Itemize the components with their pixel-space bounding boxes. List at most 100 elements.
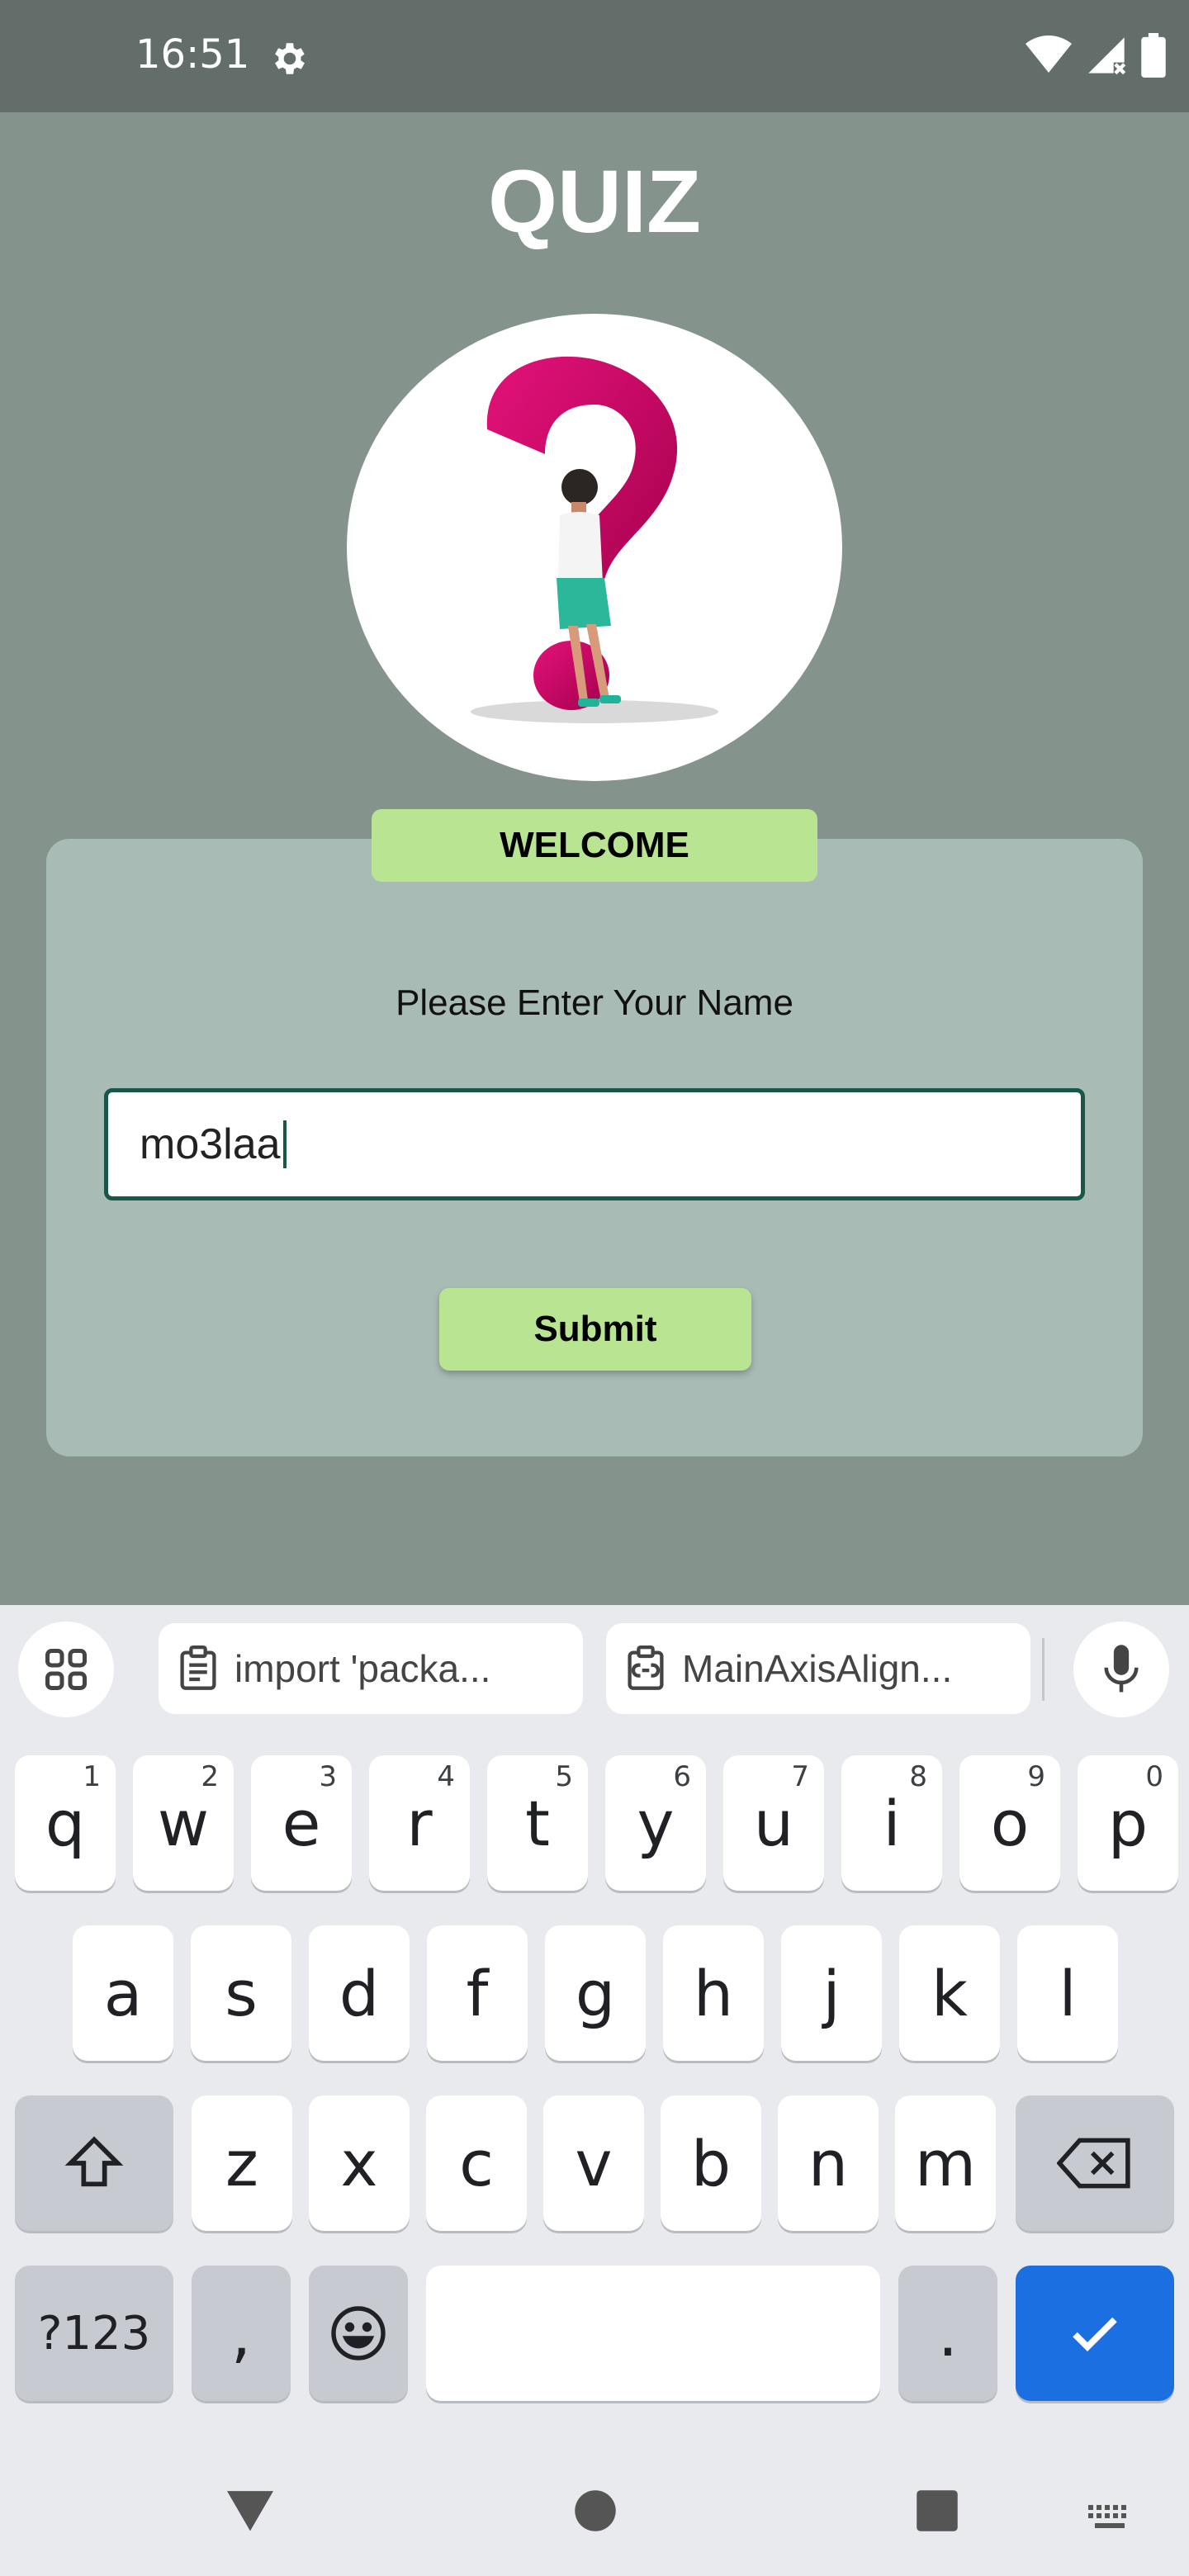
key-t[interactable]: t5: [487, 1755, 588, 1891]
signal-icon: [1088, 37, 1126, 75]
key-u[interactable]: u7: [723, 1755, 824, 1891]
backspace-icon: [1057, 2138, 1130, 2189]
clipboard-link-icon: [628, 1646, 664, 1690]
navigation-bar: [0, 2455, 1189, 2576]
voice-input-button[interactable]: [1073, 1622, 1169, 1717]
period-key[interactable]: .: [898, 2266, 997, 2401]
key-g[interactable]: g: [545, 1925, 646, 2061]
key-label: o: [990, 1786, 1030, 1860]
key-label: b: [690, 2126, 732, 2200]
key-label: g: [575, 1956, 616, 2030]
name-input-value: mo3laa: [140, 1120, 281, 1168]
submit-button[interactable]: Submit: [439, 1288, 751, 1371]
key-v[interactable]: v: [543, 2095, 644, 2231]
key-label: e: [282, 1786, 321, 1860]
key-label: x: [340, 2126, 378, 2200]
key-o[interactable]: o9: [959, 1755, 1060, 1891]
done-key[interactable]: [1016, 2266, 1174, 2401]
name-prompt-label: Please Enter Your Name: [396, 983, 793, 1023]
battery-icon: [1141, 33, 1166, 78]
key-label: d: [339, 1956, 380, 2030]
key-label: z: [225, 2126, 258, 2200]
key-label: j: [822, 1956, 841, 2030]
clipboard-suggestion-2[interactable]: MainAxisAlign...: [606, 1623, 1030, 1714]
home-icon[interactable]: [573, 2488, 618, 2533]
key-y[interactable]: y6: [605, 1755, 706, 1891]
key-hint: 0: [1145, 1760, 1163, 1793]
key-e[interactable]: e3: [251, 1755, 352, 1891]
key-b[interactable]: b: [661, 2095, 761, 2231]
key-label: r: [406, 1786, 433, 1860]
key-hint: 6: [673, 1760, 691, 1793]
key-label: w: [157, 1786, 210, 1860]
key-k[interactable]: k: [899, 1925, 1000, 2061]
key-f[interactable]: f: [427, 1925, 528, 2061]
key-label: k: [931, 1956, 968, 2030]
clipboard-suggestion-1[interactable]: import 'packa...: [159, 1623, 583, 1714]
back-icon[interactable]: [225, 2487, 276, 2533]
key-hint: 1: [83, 1760, 101, 1793]
checkmark-icon: [1073, 2317, 1117, 2352]
key-j[interactable]: j: [781, 1925, 882, 2061]
keyboard-apps-button[interactable]: [18, 1622, 114, 1717]
key-label: n: [808, 2126, 849, 2200]
backspace-key[interactable]: [1016, 2095, 1174, 2231]
key-label: v: [575, 2126, 613, 2200]
recents-icon[interactable]: [915, 2488, 959, 2533]
clipboard-icon: [180, 1646, 216, 1690]
gear-icon: [275, 43, 305, 74]
key-c[interactable]: c: [426, 2095, 527, 2231]
on-screen-keyboard: import 'packa... MainAxisAlign... ?123 ,…: [0, 1605, 1189, 2576]
status-time: 16:51: [135, 31, 250, 78]
key-label: t: [525, 1786, 550, 1860]
key-hint: 3: [319, 1760, 337, 1793]
key-label: a: [103, 1956, 143, 2030]
key-hint: 4: [437, 1760, 455, 1793]
key-hint: 8: [909, 1760, 927, 1793]
key-label: m: [914, 2126, 977, 2200]
key-hint: 5: [555, 1760, 573, 1793]
key-i[interactable]: i8: [841, 1755, 942, 1891]
key-p[interactable]: p0: [1078, 1755, 1178, 1891]
space-key[interactable]: [426, 2266, 880, 2401]
name-input[interactable]: mo3laa: [104, 1088, 1085, 1200]
grid-icon: [45, 1649, 87, 1690]
key-label: s: [225, 1956, 258, 2030]
key-label: i: [883, 1786, 901, 1860]
clipboard-suggestion-2-text: MainAxisAlign...: [682, 1647, 953, 1690]
key-h[interactable]: h: [663, 1925, 764, 2061]
key-r[interactable]: r4: [369, 1755, 470, 1891]
key-label: l: [1059, 1956, 1077, 2030]
key-label: h: [693, 1956, 734, 2030]
symbols-key[interactable]: ?123: [15, 2266, 173, 2401]
key-hint: 9: [1027, 1760, 1045, 1793]
key-n[interactable]: n: [778, 2095, 879, 2231]
key-label: p: [1107, 1786, 1149, 1860]
keyboard-switch-icon[interactable]: [1087, 2503, 1133, 2533]
key-l[interactable]: l: [1017, 1925, 1118, 2061]
emoji-icon: [331, 2306, 386, 2361]
text-caret: [282, 1120, 287, 1168]
key-x[interactable]: x: [309, 2095, 410, 2231]
key-z[interactable]: z: [192, 2095, 292, 2231]
page-title: QUIZ: [488, 151, 701, 251]
shift-key[interactable]: [15, 2095, 173, 2231]
clipboard-suggestion-1-text: import 'packa...: [234, 1647, 491, 1690]
divider: [1042, 1638, 1045, 1701]
key-label: u: [753, 1786, 794, 1860]
key-label: c: [459, 2126, 494, 2200]
key-w[interactable]: w2: [133, 1755, 234, 1891]
key-q[interactable]: q1: [15, 1755, 116, 1891]
key-a[interactable]: a: [73, 1925, 173, 2061]
key-label: y: [637, 1786, 675, 1860]
emoji-key[interactable]: [309, 2266, 408, 2401]
key-m[interactable]: m: [895, 2095, 996, 2231]
shift-icon: [64, 2136, 124, 2187]
welcome-badge: WELCOME: [372, 809, 817, 882]
wifi-icon: [1026, 36, 1072, 73]
key-d[interactable]: d: [309, 1925, 410, 2061]
comma-key[interactable]: ,: [192, 2266, 291, 2401]
status-icons: [1026, 33, 1166, 78]
quiz-illustration: [347, 314, 842, 781]
key-s[interactable]: s: [191, 1925, 291, 2061]
